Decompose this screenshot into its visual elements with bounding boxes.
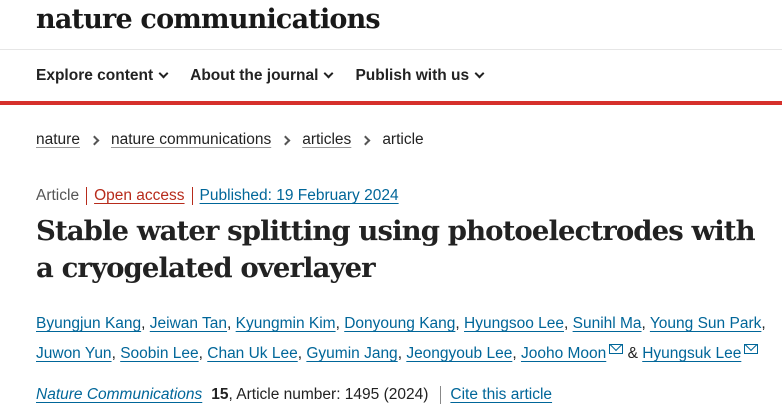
- open-access-link[interactable]: Open access: [86, 187, 191, 205]
- author-list: Byungjun Kang, Jeiwan Tan, Kyungmin Kim,…: [36, 309, 776, 369]
- author-link[interactable]: Byungjun Kang: [36, 315, 141, 332]
- chevron-right-icon: [89, 135, 100, 145]
- chevron-down-icon: [323, 68, 334, 79]
- breadcrumb: nature nature communications articles ar…: [36, 131, 424, 149]
- mail-icon[interactable]: [744, 344, 759, 354]
- author-separator: ,: [761, 315, 766, 332]
- cite-this-article-link[interactable]: Cite this article: [440, 386, 552, 404]
- breadcrumb-link-nature[interactable]: nature: [36, 131, 80, 149]
- author-link[interactable]: Juwon Yun: [36, 345, 112, 362]
- author-link[interactable]: Soobin Lee: [120, 345, 198, 362]
- author-separator: ,: [227, 315, 232, 332]
- breadcrumb-link-articles[interactable]: articles: [302, 131, 351, 149]
- nav-item-label: About the journal: [190, 66, 319, 84]
- author-link[interactable]: Sunihl Ma: [573, 315, 642, 332]
- article-type: Article: [36, 187, 80, 204]
- nav-explore-content[interactable]: Explore content: [36, 66, 169, 85]
- author-separator: ,: [111, 345, 116, 362]
- author-and: &: [627, 345, 638, 362]
- author-separator: ,: [512, 345, 517, 362]
- author-link[interactable]: Gyumin Jang: [306, 345, 397, 362]
- nav-item-label: Publish with us: [355, 66, 470, 84]
- nav-publish-with-us[interactable]: Publish with us: [355, 66, 485, 85]
- chevron-down-icon: [158, 68, 169, 79]
- article-number: , Article number: 1495 (2024): [228, 386, 429, 403]
- article-meta: Article Open access Published: 19 Februa…: [36, 187, 399, 205]
- author-link[interactable]: Jeongyoub Lee: [406, 345, 512, 362]
- author-separator: ,: [397, 345, 402, 362]
- breadcrumb-current: article: [382, 131, 424, 148]
- author-separator: ,: [455, 315, 460, 332]
- author-separator: ,: [563, 315, 569, 332]
- author-link[interactable]: Chan Uk Lee: [207, 345, 297, 362]
- logo-bar: nature communications: [0, 0, 782, 50]
- author-separator: ,: [641, 315, 646, 332]
- volume-number: 15: [211, 386, 229, 403]
- author-link[interactable]: Jeiwan Tan: [150, 315, 227, 332]
- author-separator: ,: [335, 315, 340, 332]
- author-link[interactable]: Donyoung Kang: [344, 315, 455, 332]
- chevron-right-icon: [360, 135, 371, 145]
- author-separator: ,: [297, 345, 303, 362]
- chevron-right-icon: [280, 135, 291, 145]
- journal-name-link[interactable]: Nature Communications: [36, 386, 202, 404]
- author-link-corresponding[interactable]: Jooho Moon: [521, 345, 606, 362]
- author-link-corresponding[interactable]: Hyungsuk Lee: [642, 345, 741, 362]
- author-separator: ,: [141, 315, 146, 332]
- chevron-down-icon: [474, 68, 485, 79]
- site-header: nature communications Explore content Ab…: [0, 0, 782, 105]
- mail-icon[interactable]: [609, 344, 624, 354]
- author-link[interactable]: Young Sun Park: [650, 315, 761, 332]
- author-separator: ,: [198, 345, 203, 362]
- author-link[interactable]: Hyungsoo Lee: [464, 315, 564, 332]
- published-date-link[interactable]: Published: 19 February 2024: [191, 187, 399, 205]
- main-nav: Explore content About the journal Publis…: [0, 50, 782, 105]
- citation-line: Nature Communications 15 , Article numbe…: [36, 386, 552, 404]
- nav-item-label: Explore content: [36, 66, 154, 84]
- nav-about-journal[interactable]: About the journal: [190, 66, 334, 85]
- breadcrumb-link-nature-communications[interactable]: nature communications: [111, 131, 271, 149]
- article-title: Stable water splitting using photoelectr…: [36, 215, 756, 284]
- journal-logo[interactable]: nature communications: [36, 4, 381, 35]
- author-link[interactable]: Kyungmin Kim: [236, 315, 336, 332]
